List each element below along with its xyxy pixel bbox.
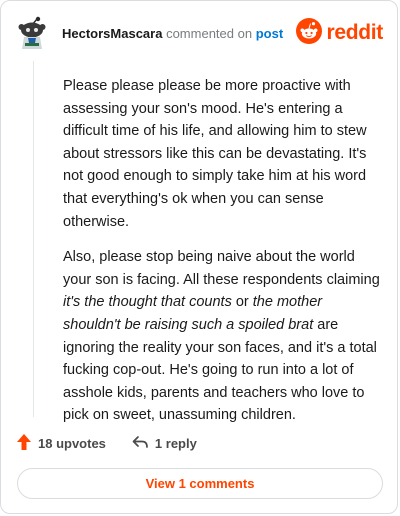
upvote-button[interactable]: 18 upvotes	[17, 433, 106, 453]
commented-on-label: commented on	[166, 26, 253, 41]
post-link[interactable]: post	[256, 26, 283, 41]
reddit-wordmark: reddit	[326, 21, 383, 44]
thread-line	[33, 61, 34, 417]
comment-header: HectorsMascara commented on post reddit	[15, 15, 383, 51]
reply-count: 1 reply	[154, 435, 197, 451]
username-link[interactable]: HectorsMascara	[62, 26, 162, 41]
reddit-logo[interactable]: reddit	[296, 17, 383, 49]
comment-actions: 18 upvotes 1 reply	[17, 433, 197, 453]
user-avatar-icon[interactable]	[15, 16, 49, 50]
upvote-count: 18 upvotes	[38, 435, 106, 451]
reddit-snoo-icon	[296, 17, 323, 49]
comment-card: HectorsMascara commented on post reddit	[0, 0, 398, 514]
comment-meta: HectorsMascara commented on post	[62, 26, 283, 42]
quoted-phrase-1: it's the thought that counts	[63, 294, 232, 311]
reply-button[interactable]: 1 reply	[132, 435, 197, 452]
reply-arrow-icon	[132, 435, 155, 452]
comment-body: Please please please be more proactive w…	[63, 75, 381, 440]
comment-paragraph-1: Please please please be more proactive w…	[63, 78, 367, 230]
paragraph-2-text-a: Also, please stop being naive about the …	[63, 249, 380, 288]
paragraph-2-text-b: or	[231, 294, 253, 311]
view-comments-button[interactable]: View 1 comments	[17, 468, 383, 499]
upvote-arrow-icon	[17, 433, 38, 453]
comment-paragraph-2: Also, please stop being naive about the …	[63, 246, 381, 427]
